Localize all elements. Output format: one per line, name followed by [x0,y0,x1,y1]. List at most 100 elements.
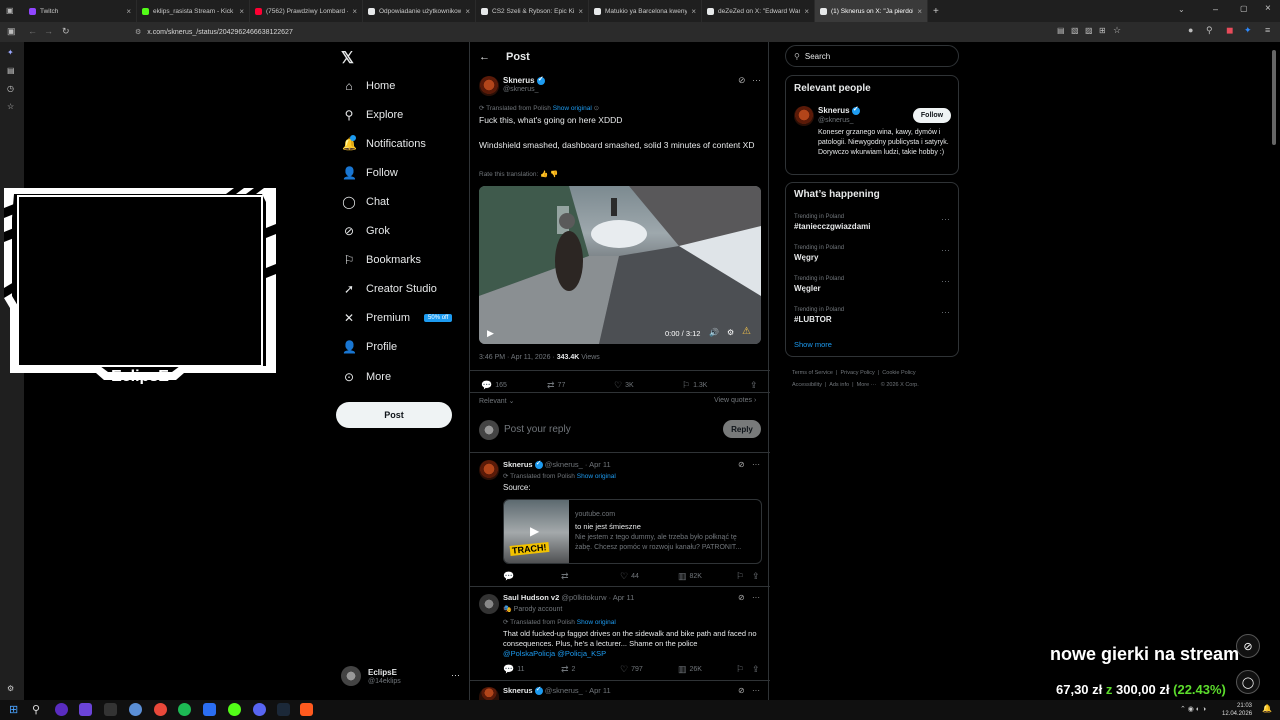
views-action[interactable]: ▥ 82K [678,571,702,582]
spotify-icon[interactable] [178,703,191,716]
grok-icon[interactable]: ⊘ [738,686,745,695]
profile-icon[interactable]: ● [1188,25,1193,35]
sidebar-toggle-icon[interactable]: ▣ [7,26,16,37]
app-icon[interactable] [55,703,68,716]
page-scrollbar[interactable] [1272,50,1276,145]
steam-icon[interactable] [277,703,290,716]
reply-input[interactable]: Post your reply [504,424,704,435]
browser-tab[interactable]: deZeZed on X: "Edward Warch: × [702,0,815,22]
screenshot-icon[interactable]: ▧ [1071,26,1079,35]
fullscreen-icon[interactable]: ⚠ [742,326,751,337]
avatar[interactable] [794,106,814,126]
browser-menu-icon[interactable]: ▣ [6,6,14,15]
share-action[interactable]: ⇪ [750,380,758,391]
avatar[interactable] [479,460,499,480]
app-icon[interactable] [228,703,241,716]
more-dots-icon[interactable]: ··· [941,214,950,224]
like-action[interactable]: ♡ 44 [620,571,639,582]
video-player[interactable]: ▶ 0:00 / 3:12 🔊 ⚙ ⚠ [479,186,761,344]
nav-notifications[interactable]: 🔔 Notifications [342,134,426,154]
close-icon[interactable]: × [691,7,696,16]
nav-creator-studio[interactable]: ➚ Creator Studio [342,279,437,299]
reload-icon[interactable]: ↻ [62,26,70,37]
app-icon[interactable] [203,703,216,716]
reply-action[interactable]: 💬 11 [503,664,525,675]
tray-icons[interactable]: ⌃ ◉ ◐ ◑ [1180,705,1206,713]
reply-author-name[interactable]: Sknerus [503,460,533,469]
reply-sort-dropdown[interactable]: Relevant ⌄ [479,397,514,405]
reply-button[interactable]: Reply [723,420,761,438]
thumbs-up-icon[interactable]: 👍 [540,171,548,178]
follow-button[interactable]: Follow [913,108,951,123]
close-icon[interactable]: × [352,7,357,16]
footer-link[interactable]: Cookie Policy [882,370,915,376]
close-icon[interactable]: × [465,7,470,16]
show-more-link[interactable]: Show more [794,340,832,349]
search-input[interactable]: ⚲ Search [785,45,959,67]
bookmarks-icon[interactable]: ☆ [7,102,14,111]
close-icon[interactable]: × [804,7,809,16]
trend-item[interactable]: Trending in Poland #LUBTOR [794,307,954,324]
thumbs-down-icon[interactable]: 👎 [550,171,558,178]
discord-icon[interactable] [253,703,266,716]
footer-link[interactable]: Accessibility [792,382,822,388]
trend-item[interactable]: Trending in Poland #taniecczgwiazdami [794,214,954,231]
back-arrow-icon[interactable]: ← [479,51,490,63]
chat-fab-icon[interactable]: ◯ [1236,670,1260,694]
show-original-link[interactable]: Show original [577,473,616,480]
nav-profile[interactable]: 👤 Profile [342,337,397,357]
close-icon[interactable]: × [578,7,583,16]
show-original-link[interactable]: Show original [553,105,592,112]
post-timestamp[interactable]: 3:46 PM · Apr 11, 2026 · [479,354,555,361]
trend-item[interactable]: Trending in Poland Węgler [794,276,954,293]
avatar[interactable] [479,687,499,700]
nav-premium[interactable]: ✕ Premium 50% off [342,308,453,328]
more-dots-icon[interactable]: ··· [752,75,761,85]
views-action[interactable]: ▥ 26K [678,664,702,675]
browser-tab[interactable]: Odpowiadanie użytkownikowi × [363,0,476,22]
url-field[interactable]: ⚙ x.com/sknerus_/status/2042962466638122… [135,25,1135,39]
close-icon[interactable]: × [917,7,922,16]
browser-tab[interactable]: CS2 Szeli & Rybson: Epic KickT× [476,0,589,22]
more-dots-icon[interactable]: ··· [451,670,460,680]
nav-more[interactable]: ⊙ More [342,367,391,387]
nav-bookmarks[interactable]: ⚐ Bookmarks [342,250,421,270]
volume-icon[interactable]: 🔊 [709,328,719,337]
extension-icon[interactable]: ✦ [1244,25,1252,36]
extension-icon[interactable]: ◼ [1226,25,1233,36]
nav-home[interactable]: ⌂ Home [342,76,395,96]
app-icon[interactable] [104,703,117,716]
more-dots-icon[interactable]: ··· [752,460,760,469]
x-logo-icon[interactable]: 𝕏 [341,48,354,68]
grok-icon[interactable]: ⊘ [738,593,745,602]
avatar[interactable] [479,76,499,96]
extensions-icon[interactable]: ⚲ [1206,25,1213,36]
wallet-icon[interactable]: ▤ [7,66,15,75]
more-dots-icon[interactable]: ··· [752,686,760,695]
footer-link[interactable]: More ··· [857,382,877,388]
post-author[interactable]: Sknerus [503,75,545,85]
author-handle[interactable]: @sknerus_ [503,86,539,93]
footer-link[interactable]: Privacy Policy [841,370,875,376]
new-tab-button[interactable]: + [928,0,948,22]
grok-fab-icon[interactable]: ⊘ [1236,634,1260,658]
compose-post-button[interactable]: Post [336,402,452,428]
view-quotes-link[interactable]: View quotes › [714,397,756,404]
reply-author-name[interactable]: Saul Hudson v2 [503,593,559,602]
trend-item[interactable]: Trending in Poland Węgry [794,245,954,262]
close-icon[interactable]: × [126,7,131,16]
nav-follow[interactable]: 👤 Follow [342,163,398,183]
browser-tab-active[interactable]: (1) Sknerus on X: "Ja pierdole × [815,0,928,22]
forward-icon[interactable]: → [44,26,53,36]
nav-chat[interactable]: ◯ Chat [342,192,389,212]
browser-tab[interactable]: eklips_rasista Stream - Kick Da: × [137,0,250,22]
app-icon[interactable] [300,703,313,716]
show-original-link[interactable]: Show original [577,619,616,626]
bookmark-action[interactable]: ⚐ [736,571,744,582]
info-icon[interactable]: ⊙ [594,105,599,112]
back-icon[interactable]: ← [28,26,37,36]
mention-links[interactable]: @PolskaPolicja @Policja_KSP [503,649,606,658]
more-dots-icon[interactable]: ··· [941,245,950,255]
more-dots-icon[interactable]: ··· [752,593,760,602]
reply-author-name[interactable]: Sknerus [503,686,533,695]
